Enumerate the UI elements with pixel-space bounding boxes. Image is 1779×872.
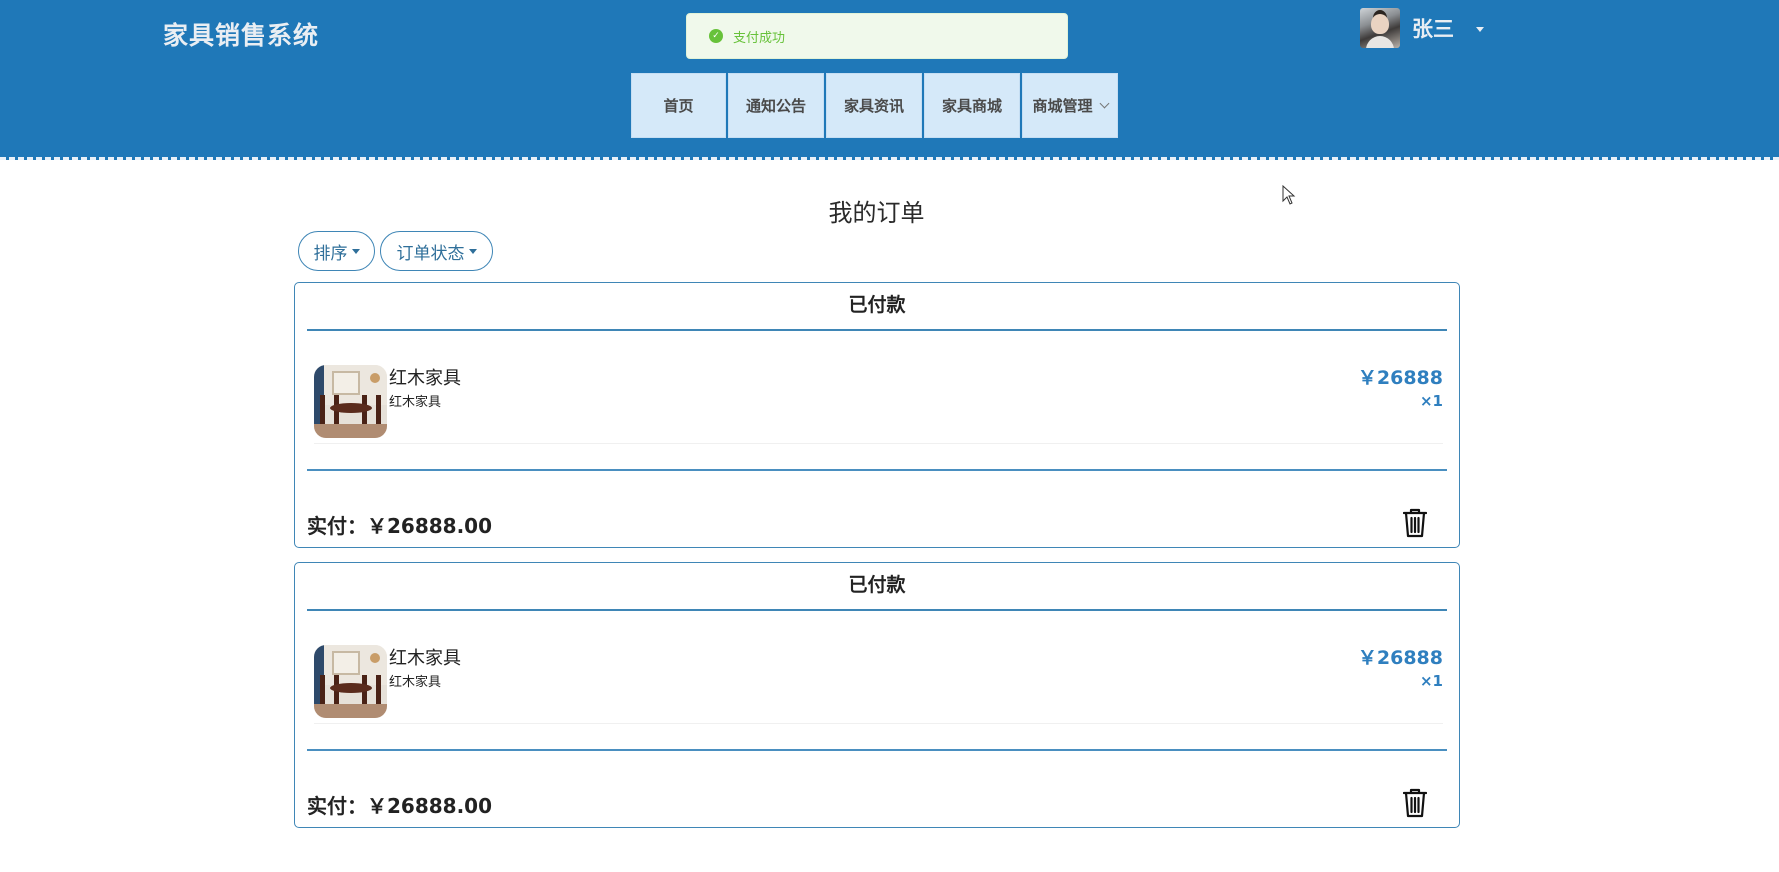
product-image[interactable] [314, 365, 387, 438]
nav-news[interactable]: 家具资讯 [826, 73, 922, 138]
nav-shop[interactable]: 家具商城 [924, 73, 1020, 138]
product-name[interactable]: 红木家具 [389, 644, 461, 670]
chevron-down-icon [1099, 98, 1109, 109]
product-name[interactable]: 红木家具 [389, 364, 461, 390]
caret-down-icon[interactable] [1476, 26, 1484, 32]
nav-news-label: 家具资讯 [843, 97, 904, 115]
order-card: 已付款 红木家具 红木家具 ￥26888 ×1 实付：￥26888.00 [294, 562, 1460, 828]
top-header: 家具销售系统 ✓ 支付成功 张三 首页 通知公告 家具资讯 家具商城 商城管理 [0, 0, 1779, 160]
mouse-cursor-icon [1282, 185, 1296, 205]
caret-down-icon [351, 248, 360, 254]
paid-amount: 实付：￥26888.00 [307, 514, 493, 538]
product-price: ￥26888 [1357, 647, 1443, 669]
avatar[interactable] [1360, 8, 1400, 48]
nav-shop-management-label: 商城管理 [1032, 97, 1093, 115]
order-status-label: 订单状态 [396, 243, 465, 264]
product-image[interactable] [314, 645, 387, 718]
username[interactable]: 张三 [1412, 13, 1454, 43]
product-price: ￥26888 [1357, 367, 1443, 389]
sort-button[interactable]: 排序 [298, 231, 375, 271]
trash-icon[interactable] [1403, 508, 1427, 538]
nav-notices-label: 通知公告 [745, 97, 806, 115]
sort-label: 排序 [313, 243, 348, 264]
trash-icon[interactable] [1403, 788, 1427, 818]
order-divider [307, 749, 1447, 751]
product-subtitle: 红木家具 [389, 675, 442, 690]
page-title: 我的订单 [828, 199, 925, 227]
main-nav: 首页 通知公告 家具资讯 家具商城 商城管理 [631, 73, 1120, 138]
item-divider [314, 723, 1443, 724]
site-brand[interactable]: 家具销售系统 [163, 16, 319, 52]
item-divider [314, 443, 1443, 444]
user-menu[interactable]: 张三 [1360, 8, 1484, 48]
nav-home-label: 首页 [663, 97, 694, 115]
success-toast: ✓ 支付成功 [686, 13, 1068, 59]
order-status-button[interactable]: 订单状态 [380, 231, 493, 271]
product-quantity: ×1 [1419, 392, 1443, 410]
check-circle-icon: ✓ [709, 29, 723, 43]
paid-amount: 实付：￥26888.00 [307, 794, 493, 818]
order-divider [307, 469, 1447, 471]
order-status: 已付款 [307, 283, 1447, 331]
nav-shop-management[interactable]: 商城管理 [1022, 73, 1118, 138]
order-status: 已付款 [307, 563, 1447, 611]
nav-notices[interactable]: 通知公告 [728, 73, 824, 138]
nav-home[interactable]: 首页 [631, 73, 726, 138]
caret-down-icon [468, 248, 477, 254]
product-subtitle: 红木家具 [389, 395, 442, 410]
product-quantity: ×1 [1419, 672, 1443, 690]
toast-message: 支付成功 [733, 30, 786, 46]
order-card: 已付款 红木家具 红木家具 ￥26888 ×1 实付：￥26888.00 [294, 282, 1460, 548]
header-divider [0, 157, 1779, 161]
nav-shop-label: 家具商城 [941, 97, 1002, 115]
